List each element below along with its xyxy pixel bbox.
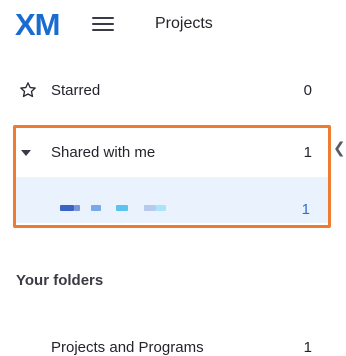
folder-label: Projects and Programs — [51, 339, 204, 356]
sidebar-item-shared-with-me[interactable]: Shared with me 1 — [0, 133, 330, 173]
page-title: Projects — [155, 15, 213, 32]
xm-logo[interactable]: XM — [15, 9, 67, 39]
collapse-panel-icon[interactable]: ❮ — [333, 139, 346, 157]
shared-item-count: 1 — [301, 201, 310, 218]
sidebar-item-label: Starred — [51, 82, 101, 99]
redacted-project-name — [60, 205, 200, 211]
star-outline-icon — [20, 82, 36, 98]
folder-count: 1 — [303, 339, 312, 356]
sidebar-item-starred[interactable]: Starred 0 — [0, 71, 330, 111]
shared-project-item[interactable]: 1 — [16, 177, 330, 223]
projects-panel: XM Projects Starred 0 Shared with me 1 1… — [0, 0, 346, 356]
folder-item-projects-and-programs[interactable]: Projects and Programs 1 — [0, 328, 330, 356]
sidebar-item-label: Shared with me — [51, 144, 156, 161]
header: XM Projects — [0, 0, 346, 50]
logo-text: XM — [15, 9, 60, 39]
caret-down-icon[interactable] — [21, 150, 31, 156]
starred-count: 0 — [303, 82, 312, 99]
shared-count: 1 — [303, 144, 312, 161]
your-folders-heading: Your folders — [16, 272, 104, 289]
hamburger-menu-icon[interactable] — [92, 13, 116, 35]
